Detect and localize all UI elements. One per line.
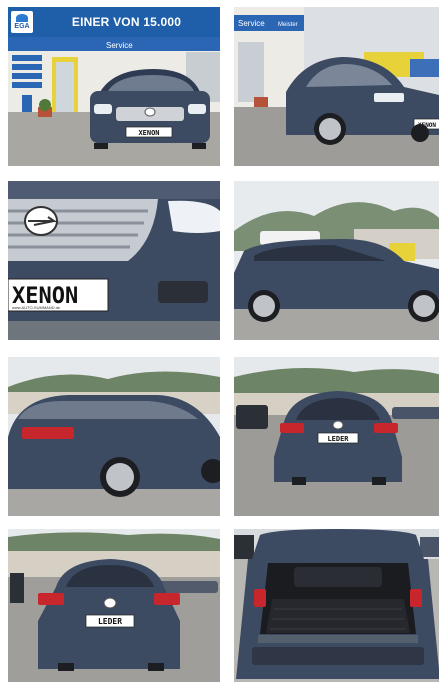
banner-headline: EINER VON 15.000	[71, 15, 182, 29]
promo-banner: EGA EINER VON 15.000	[8, 7, 220, 37]
grille-closeup-image: XENON www.AUTO-SUMMAND.de	[8, 181, 220, 340]
boot-open-image	[234, 529, 439, 682]
photo-boot-open[interactable]	[234, 529, 439, 682]
photo-front-view[interactable]: Service XENON EGA EINER VON 15.000	[8, 7, 220, 166]
rear-license-plate-1: LEDER	[327, 435, 349, 443]
ega-logo: EGA	[11, 11, 33, 33]
photo-side-view[interactable]	[234, 181, 439, 340]
dealer-sign-text-2: Service	[238, 19, 265, 28]
closeup-plate-url: www.AUTO-SUMMAND.de	[12, 305, 61, 310]
rear-low-view-image: LEDER	[8, 529, 220, 682]
side-view-image	[234, 181, 439, 340]
ega-logo-text: EGA	[14, 23, 30, 30]
front-license-plate: XENON	[138, 129, 159, 137]
photo-rear-three-quarter[interactable]	[8, 357, 220, 516]
photo-rear-low-view[interactable]: LEDER	[8, 529, 220, 682]
dealer-sign-text-3: Meister	[278, 22, 298, 28]
rear-license-plate-2: LEDER	[98, 617, 122, 626]
photo-front-three-quarter[interactable]: Service Meister XENON	[234, 7, 439, 166]
front-three-quarter-image: Service Meister XENON	[234, 7, 439, 166]
dealer-sign-text: Service	[106, 41, 133, 50]
rear-view-image: LEDER	[234, 357, 439, 516]
rear-three-quarter-image	[8, 357, 220, 516]
photo-rear-view[interactable]: LEDER	[234, 357, 439, 516]
ega-logo-mark	[16, 14, 28, 22]
photo-grille-closeup[interactable]: XENON www.AUTO-SUMMAND.de	[8, 181, 220, 340]
